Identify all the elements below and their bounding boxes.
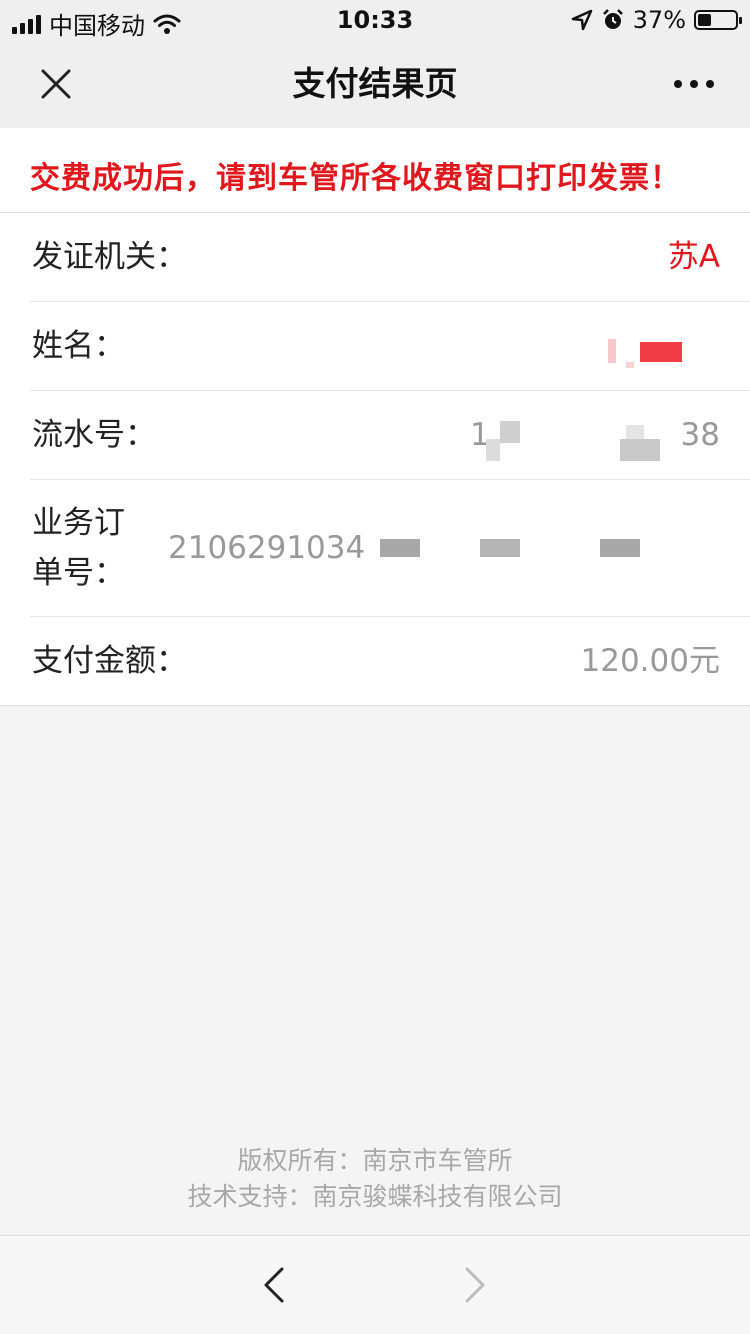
serial-redaction xyxy=(626,425,644,439)
status-bar: 中国移动 10:33 37% xyxy=(0,0,750,40)
more-button[interactable] xyxy=(664,56,724,112)
chevron-left-icon xyxy=(264,1267,284,1303)
issuing-authority-label: 发证机关： xyxy=(32,239,187,275)
alarm-clock-icon xyxy=(602,9,623,29)
name-redaction xyxy=(608,339,616,363)
more-dot xyxy=(690,80,698,88)
amount-value: 120.00元 xyxy=(580,643,720,679)
location-arrow-icon xyxy=(571,9,592,31)
status-right: 37% xyxy=(571,6,742,34)
nav-bar: 支付结果页 xyxy=(0,40,750,128)
order-number-label: 业务订单号： xyxy=(32,505,125,591)
more-dot xyxy=(706,80,714,88)
notice-text: 交费成功后，请到车管所各收费窗口打印发票！ xyxy=(30,161,681,196)
serial-redaction xyxy=(486,439,500,461)
chevron-right-icon xyxy=(465,1267,485,1303)
row-amount: 支付金额： 120.00元 xyxy=(30,617,750,705)
serial-number-start: 1 xyxy=(470,417,490,453)
issuing-authority-value: 苏A xyxy=(667,239,720,275)
row-serial-number: 流水号： 1 38 xyxy=(30,391,750,480)
name-label: 姓名： xyxy=(32,328,125,364)
more-dots-icon xyxy=(674,80,682,88)
footer-tech-support: 技术支持：南京骏蝶科技有限公司 xyxy=(187,1182,563,1211)
name-redaction xyxy=(626,362,634,368)
serial-redaction xyxy=(620,439,660,461)
amount-label: 支付金额： xyxy=(32,643,187,679)
serial-number-end: 38 xyxy=(680,417,720,453)
order-redaction xyxy=(600,539,640,557)
battery-icon xyxy=(694,10,742,30)
payment-info-list: 发证机关： 苏A 姓名： 流水号： 1 38 业务订单号： 2106291034… xyxy=(0,213,750,706)
forward-button[interactable] xyxy=(450,1260,500,1310)
close-button[interactable] xyxy=(26,56,86,112)
close-icon xyxy=(41,69,71,99)
row-name: 姓名： xyxy=(30,302,750,391)
name-redaction xyxy=(640,342,682,362)
back-button[interactable] xyxy=(249,1260,299,1310)
footer-copyright: 版权所有：南京市车管所 xyxy=(237,1146,513,1175)
serial-redaction xyxy=(500,421,520,443)
battery-fill xyxy=(698,14,711,26)
row-order-number: 业务订单号： 2106291034 xyxy=(30,480,750,617)
row-issuing-authority: 发证机关： 苏A xyxy=(30,213,750,302)
notice-banner: 交费成功后，请到车管所各收费窗口打印发票！ xyxy=(0,128,750,213)
order-number-value: 2106291034 xyxy=(168,530,366,566)
bottom-toolbar xyxy=(0,1235,750,1334)
serial-number-label: 流水号： xyxy=(32,417,156,453)
order-redaction xyxy=(480,539,520,557)
battery-percent: 37% xyxy=(632,6,686,34)
page-title: 支付结果页 xyxy=(292,64,458,103)
order-redaction xyxy=(380,539,420,557)
